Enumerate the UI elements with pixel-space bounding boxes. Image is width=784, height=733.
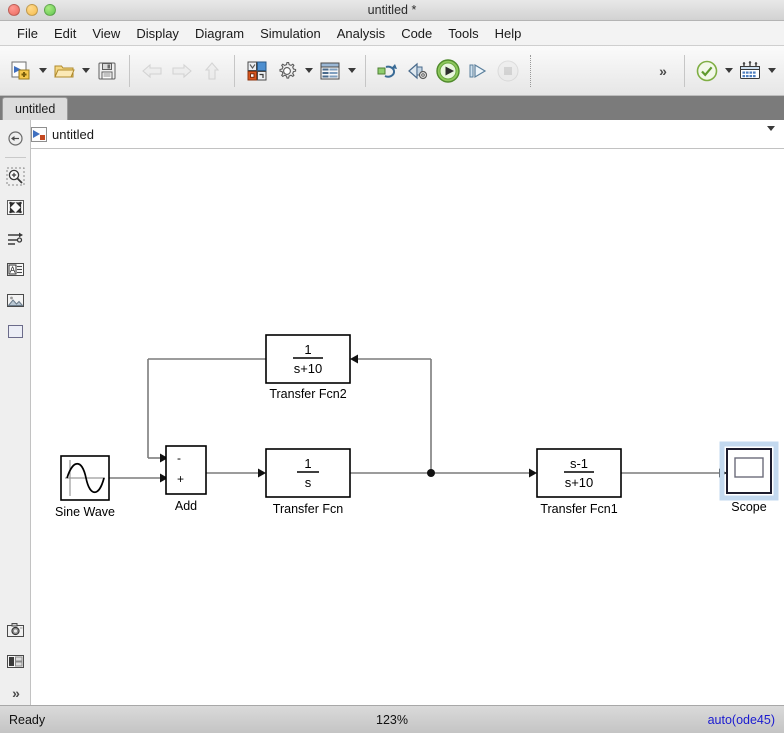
transfer-fcn1-denominator: s+10 [565, 475, 594, 490]
zoom-region-icon[interactable] [3, 164, 28, 189]
transfer-fcn1-numerator: s-1 [570, 456, 588, 471]
new-model-button[interactable] [6, 56, 36, 86]
toolbar-separator-4 [530, 54, 531, 87]
fit-to-view-icon[interactable] [3, 195, 28, 220]
window-controls [0, 4, 56, 16]
menu-file[interactable]: File [9, 24, 46, 43]
block-transfer-fcn1[interactable]: s-1 s+10 Transfer Fcn1 [536, 448, 622, 516]
block-label-add: Add [175, 499, 197, 513]
toolbar: » [0, 46, 784, 96]
toolbar-separator-3 [365, 54, 366, 87]
block-label-sine-wave: Sine Wave [55, 505, 115, 519]
block-transfer-fcn[interactable]: 1 s Transfer Fcn [265, 448, 351, 516]
open-model-dropdown[interactable] [79, 56, 92, 86]
signal-arrowheads [160, 354, 727, 483]
block-add[interactable]: - + Add [165, 445, 207, 513]
transfer-fcn-numerator: 1 [304, 456, 311, 471]
menu-view[interactable]: View [84, 24, 128, 43]
simulink-window: untitled * File Edit View Display Diagra… [0, 0, 784, 733]
open-model-button[interactable] [49, 56, 79, 86]
toolbar-overflow-button[interactable]: » [647, 56, 677, 86]
model-advisor-dropdown[interactable] [722, 56, 735, 86]
step-forward-button[interactable] [463, 56, 493, 86]
menu-edit[interactable]: Edit [46, 24, 84, 43]
close-button[interactable] [8, 4, 20, 16]
expand-chevron-icon[interactable]: » [3, 680, 28, 705]
image-icon[interactable] [3, 288, 28, 313]
new-model-dropdown[interactable] [36, 56, 49, 86]
svg-text:A: A [9, 265, 15, 274]
transfer-fcn2-denominator: s+10 [294, 361, 323, 376]
transfer-fcn2-numerator: 1 [304, 342, 311, 357]
canvas-sidebar: A » [0, 120, 31, 705]
toolbar-separator-5 [684, 54, 685, 87]
up-to-parent-button[interactable] [197, 56, 227, 86]
screenshot-icon[interactable] [3, 618, 28, 643]
breadcrumb-path[interactable]: untitled [52, 127, 94, 142]
block-scope[interactable]: Scope [719, 441, 779, 514]
block-transfer-fcn2[interactable]: 1 s+10 Transfer Fcn2 [265, 334, 351, 401]
menu-tools[interactable]: Tools [440, 24, 486, 43]
menu-analysis[interactable]: Analysis [329, 24, 393, 43]
zoom-level[interactable]: 123% [0, 713, 784, 727]
build-model-button[interactable] [403, 56, 433, 86]
overflow-chevron-icon: » [659, 62, 667, 79]
back-button[interactable] [137, 56, 167, 86]
block-label-transfer-fcn: Transfer Fcn [273, 502, 343, 516]
forward-button[interactable] [167, 56, 197, 86]
block-sine-wave[interactable]: Sine Wave [55, 455, 115, 519]
block-label-transfer-fcn2: Transfer Fcn2 [269, 387, 346, 401]
save-button[interactable] [92, 56, 122, 86]
window-titlebar: untitled * [0, 0, 784, 21]
model-advisor-button[interactable] [692, 56, 722, 86]
toolbar-separator-2 [234, 54, 235, 87]
block-label-scope: Scope [731, 500, 766, 514]
status-text: Ready [9, 712, 46, 727]
signal-branch-point[interactable] [427, 469, 435, 477]
maximize-button[interactable] [44, 4, 56, 16]
run-button[interactable] [433, 56, 463, 86]
statusbar: Ready 123% auto(ode45) [0, 705, 784, 733]
block-diagram[interactable]: Sine Wave - + Add 1 s Transfer Fcn 1 s+1… [31, 149, 784, 701]
transfer-fcn-denominator: s [305, 475, 312, 490]
navigate-back-icon[interactable] [3, 126, 28, 151]
add-sign-minus: - [177, 451, 181, 465]
breadcrumb-chevron-down-icon[interactable] [767, 126, 775, 149]
model-canvas[interactable]: Sine Wave - + Add 1 s Transfer Fcn 1 s+1… [31, 149, 784, 705]
add-sign-plus: + [177, 472, 184, 486]
library-browser-button[interactable] [242, 56, 272, 86]
editor-body: A » Sine Wave - + Add 1 s Transfer Fcn 1… [0, 120, 784, 705]
data-inspector-button[interactable] [735, 56, 765, 86]
menu-simulation[interactable]: Simulation [252, 24, 329, 43]
toolbar-separator-1 [129, 54, 130, 87]
model-explorer-dropdown[interactable] [345, 56, 358, 86]
solver-label[interactable]: auto(ode45) [708, 713, 784, 727]
menu-display[interactable]: Display [128, 24, 187, 43]
minimize-button[interactable] [26, 4, 38, 16]
breadcrumb: untitled [0, 120, 784, 149]
menu-code[interactable]: Code [393, 24, 440, 43]
update-model-button[interactable] [373, 56, 403, 86]
model-icon [31, 126, 47, 142]
model-tabstrip: untitled [0, 96, 784, 120]
data-inspector-dropdown[interactable] [765, 56, 778, 86]
annotation-icon[interactable]: A [3, 257, 28, 282]
panel-layout-icon[interactable] [3, 649, 28, 674]
area-icon[interactable] [3, 319, 28, 344]
menu-diagram[interactable]: Diagram [187, 24, 252, 43]
model-configuration-button[interactable] [272, 56, 302, 86]
window-title: untitled * [367, 3, 417, 17]
sidebar-divider [4, 157, 26, 158]
tab-untitled[interactable]: untitled [2, 97, 69, 120]
stop-button[interactable] [493, 56, 523, 86]
signal-routing-icon[interactable] [3, 226, 28, 251]
block-label-transfer-fcn1: Transfer Fcn1 [540, 502, 617, 516]
model-explorer-button[interactable] [315, 56, 345, 86]
menu-help[interactable]: Help [487, 24, 530, 43]
model-configuration-dropdown[interactable] [302, 56, 315, 86]
menubar: File Edit View Display Diagram Simulatio… [0, 21, 784, 46]
